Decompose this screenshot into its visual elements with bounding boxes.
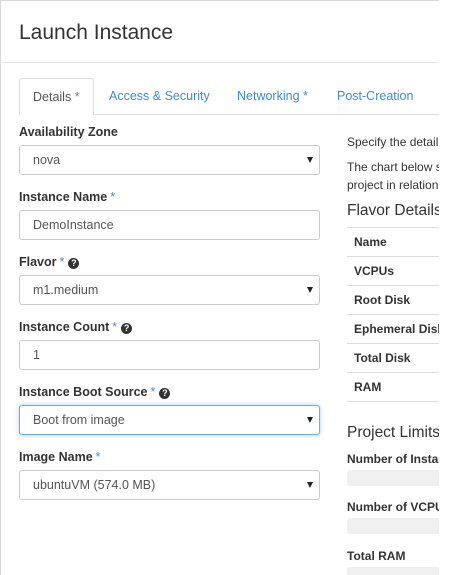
flavor-select[interactable]: m1.medium [19,275,320,305]
boot-source-label-text: Instance Boot Source [19,385,148,399]
boot-source-label: Instance Boot Source *? [19,385,171,399]
tab-access-security[interactable]: Access & Security [109,78,210,115]
availability-zone-select[interactable]: nova [19,145,320,175]
caret-down-icon [307,482,313,488]
instance-name-label-text: Instance Name [19,190,108,204]
instance-count-label: Instance Count *? [19,320,133,334]
side-panel-chart-text-1: The chart below s [347,160,439,174]
boot-source-value: Boot from image [33,413,125,427]
help-icon[interactable]: ? [68,258,80,269]
image-name-label: Image Name * [19,450,101,464]
caret-down-icon [307,287,313,293]
availability-zone-value: nova [33,153,61,167]
limit-bar-instances [347,470,439,486]
flavor-label: Flavor *? [19,255,80,269]
table-row: Total Disk [347,344,439,373]
help-icon[interactable]: ? [121,323,133,334]
required-marker: * [110,190,116,204]
required-marker: * [59,255,65,269]
instance-name-label: Instance Name * [19,190,115,204]
instance-count-input[interactable]: 1 [19,340,320,370]
flavor-details-table: Name VCPUs Root Disk Ephemeral Disk Tota… [347,227,439,402]
limit-bar-ram [347,567,439,575]
side-panel-chart-text-2: project in relation [347,178,439,192]
boot-source-select[interactable]: Boot from image [19,405,320,435]
project-limits-heading: Project Limits [347,424,439,441]
flavor-label-text: Flavor [19,255,57,269]
launch-instance-modal: Launch Instance Details * Access & Secur… [0,0,439,575]
caret-down-icon [307,157,313,163]
limit-bar-vcpus [347,518,439,534]
instance-name-input[interactable]: DemoInstance [19,210,320,240]
instance-count-value: 1 [33,348,40,362]
table-row: VCPUs [347,257,439,286]
instance-name-value: DemoInstance [33,218,114,232]
modal-title: Launch Instance [19,21,174,44]
tab-details[interactable]: Details * [19,78,94,115]
table-row: RAM [347,373,439,402]
required-marker: * [150,385,156,399]
flavor-value: m1.medium [33,283,99,297]
required-marker: * [112,320,118,334]
tab-details-label: Details [33,90,72,104]
table-row: Root Disk [347,286,439,315]
table-row: Name [347,228,439,257]
availability-zone-label: Availability Zone [19,125,118,139]
required-marker: * [95,450,101,464]
table-row: Ephemeral Disk [347,315,439,344]
image-name-label-text: Image Name [19,450,93,464]
tab-access-security-label: Access & Security [109,89,210,103]
instance-count-label-text: Instance Count [19,320,110,334]
caret-down-icon [307,417,313,423]
side-panel-intro: Specify the detail [347,135,439,149]
image-name-value: ubuntuVM (574.0 MB) [33,478,156,492]
flavor-details-heading: Flavor Details [347,202,439,219]
help-icon[interactable]: ? [159,388,171,399]
limit-label-vcpus: Number of VCPUs [347,500,439,514]
required-marker: * [74,90,80,104]
required-marker: * [303,89,308,103]
image-name-select[interactable]: ubuntuVM (574.0 MB) [19,470,320,500]
side-panel: Specify the detail The chart below s pro… [347,1,439,575]
availability-zone-label-text: Availability Zone [19,125,118,139]
limit-label-ram: Total RAM [347,549,406,563]
tab-networking[interactable]: Networking * [237,78,308,115]
tab-networking-label: Networking [237,89,300,103]
limit-label-instances: Number of Instances [347,452,439,466]
